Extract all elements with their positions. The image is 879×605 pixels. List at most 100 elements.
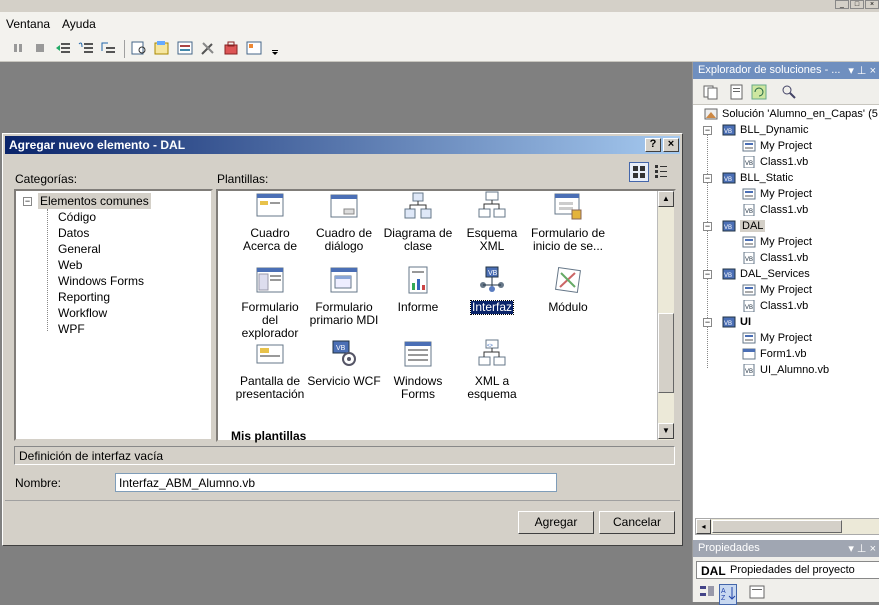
template-item[interactable]: Formulario primario MDI bbox=[306, 265, 382, 327]
tools-icon[interactable] bbox=[200, 40, 216, 56]
scroll-left-icon[interactable]: ◂ bbox=[696, 519, 711, 534]
category-item[interactable]: Web bbox=[58, 257, 82, 273]
close-app-button[interactable]: × bbox=[865, 0, 879, 9]
step-out-icon[interactable] bbox=[100, 40, 116, 56]
toolbar-overflow-icon[interactable] bbox=[267, 40, 283, 56]
categories-tree: − Elementos comunes Código Datos General We… bbox=[14, 189, 213, 441]
my-project-icon bbox=[742, 188, 756, 200]
template-item[interactable]: Formulario del explorador bbox=[232, 265, 308, 340]
name-input[interactable] bbox=[115, 473, 557, 492]
project-node[interactable]: VB DAL bbox=[722, 218, 766, 234]
category-item[interactable]: WPF bbox=[58, 321, 85, 337]
scroll-down-icon[interactable]: ▼ bbox=[658, 423, 674, 439]
my-project-icon bbox=[742, 140, 756, 152]
large-icons-view-button[interactable] bbox=[629, 162, 649, 182]
toolbox-icon[interactable] bbox=[223, 40, 239, 56]
find-icon[interactable] bbox=[131, 40, 147, 56]
project-node[interactable]: VB UI bbox=[722, 314, 751, 330]
horizontal-scrollbar[interactable]: ◂ bbox=[695, 518, 879, 535]
stop-icon[interactable] bbox=[32, 40, 48, 56]
category-item[interactable]: Reporting bbox=[58, 289, 110, 305]
menu-ayuda[interactable]: Ayuda bbox=[62, 17, 96, 31]
horizontal-scroll-thumb[interactable] bbox=[712, 520, 842, 533]
file-node[interactable]: My Project bbox=[742, 138, 812, 154]
project-node[interactable]: VB BLL_Dynamic bbox=[722, 122, 808, 138]
solution-node[interactable]: Solución 'Alumno_en_Capas' (5 bbox=[704, 106, 878, 122]
category-item[interactable]: Windows Forms bbox=[58, 273, 144, 289]
solution-explorer-icon[interactable] bbox=[154, 40, 170, 56]
file-node[interactable]: My Project bbox=[742, 186, 812, 202]
pane-pin-controls[interactable]: ▾ ⊥ × bbox=[848, 64, 876, 77]
view-class-diagram-icon[interactable] bbox=[781, 84, 797, 103]
refresh-icon[interactable] bbox=[751, 84, 767, 103]
category-item[interactable]: Workflow bbox=[58, 305, 107, 321]
categories-label: Categorías: bbox=[15, 172, 78, 186]
categorized-icon[interactable] bbox=[699, 584, 715, 603]
template-item[interactable]: Módulo bbox=[530, 265, 606, 314]
file-node[interactable]: My Project bbox=[742, 234, 812, 250]
template-item[interactable]: VB Interfaz bbox=[454, 265, 530, 315]
template-item[interactable]: <> XML a esquema bbox=[454, 339, 530, 401]
file-node[interactable]: Form1.vb bbox=[742, 346, 806, 362]
template-item[interactable]: Cuadro Acerca de bbox=[232, 191, 308, 253]
file-node[interactable]: VB Class1.vb bbox=[742, 298, 808, 314]
step-into-icon[interactable] bbox=[55, 40, 71, 56]
collapse-icon[interactable]: − bbox=[703, 222, 712, 231]
small-icons-view-button[interactable] bbox=[652, 162, 672, 182]
file-label: Class1.vb bbox=[760, 156, 809, 168]
template-item[interactable]: Cuadro de diálogo bbox=[306, 191, 382, 253]
category-elementos-comunes[interactable]: Elementos comunes bbox=[38, 193, 151, 209]
template-item[interactable]: Informe bbox=[380, 265, 456, 314]
file-node[interactable]: VB Class1.vb bbox=[742, 154, 808, 170]
app-title-strip: _ □ × bbox=[0, 0, 879, 12]
properties-pin-controls[interactable]: ▾ ⊥ × bbox=[848, 542, 876, 555]
toolbar-separator bbox=[124, 40, 125, 58]
templates-scroll-thumb[interactable] bbox=[658, 313, 674, 393]
file-label: My Project bbox=[760, 332, 812, 344]
template-item[interactable]: Formulario de inicio de se... bbox=[530, 191, 606, 253]
restore-button[interactable]: □ bbox=[850, 0, 864, 9]
dialog-close-button[interactable]: × bbox=[663, 138, 679, 152]
project-node[interactable]: VB DAL_Services bbox=[722, 266, 810, 282]
list-view-icon bbox=[655, 165, 667, 178]
add-button[interactable]: Agregar bbox=[518, 511, 594, 534]
project-node[interactable]: VB BLL_Static bbox=[722, 170, 793, 186]
report-icon bbox=[403, 265, 433, 295]
file-node[interactable]: My Project bbox=[742, 330, 812, 346]
properties-page-icon[interactable] bbox=[729, 84, 745, 103]
collapse-icon[interactable]: − bbox=[703, 270, 712, 279]
template-item[interactable]: VB Servicio WCF bbox=[306, 339, 382, 388]
login-form-icon-svg bbox=[554, 193, 582, 220]
cancel-button[interactable]: Cancelar bbox=[599, 511, 675, 534]
file-node[interactable]: VB Class1.vb bbox=[742, 202, 808, 218]
properties-icon[interactable] bbox=[177, 40, 193, 56]
file-node[interactable]: My Project bbox=[742, 282, 812, 298]
templates-scrollbar[interactable]: ▲ ▼ bbox=[657, 191, 674, 440]
template-label: Windows Forms bbox=[393, 374, 443, 401]
collapse-icon[interactable]: − bbox=[703, 174, 712, 183]
name-label: Nombre: bbox=[15, 476, 62, 490]
collapse-icon[interactable]: − bbox=[703, 126, 712, 135]
show-all-files-icon[interactable] bbox=[703, 84, 719, 103]
category-item[interactable]: Datos bbox=[58, 225, 89, 241]
solution-explorer-title: Explorador de soluciones - ... ▾ ⊥ × bbox=[693, 62, 879, 79]
template-item[interactable]: Pantalla de presentación bbox=[232, 339, 308, 401]
minimize-button[interactable]: _ bbox=[835, 0, 849, 9]
step-over-icon[interactable] bbox=[78, 40, 94, 56]
category-item[interactable]: General bbox=[58, 241, 101, 257]
object-browser-icon[interactable] bbox=[246, 40, 262, 56]
collapse-icon[interactable]: − bbox=[23, 197, 32, 206]
menu-ventana[interactable]: Ventana bbox=[6, 17, 50, 31]
properties-object-selector[interactable]: DAL Propiedades del proyecto bbox=[696, 561, 879, 579]
category-item[interactable]: Código bbox=[58, 209, 96, 225]
pause-icon[interactable] bbox=[10, 40, 26, 56]
property-pages-icon[interactable] bbox=[749, 584, 765, 603]
template-item[interactable]: Esquema XML bbox=[454, 191, 530, 253]
template-item[interactable]: Diagrama de clase bbox=[380, 191, 456, 253]
collapse-icon[interactable]: − bbox=[703, 318, 712, 327]
file-node[interactable]: VB Class1.vb bbox=[742, 250, 808, 266]
file-node[interactable]: VB UI_Alumno.vb bbox=[742, 362, 829, 378]
help-button[interactable]: ? bbox=[645, 138, 661, 152]
template-item[interactable]: Windows Forms bbox=[380, 339, 456, 401]
scroll-up-icon[interactable]: ▲ bbox=[658, 191, 674, 207]
